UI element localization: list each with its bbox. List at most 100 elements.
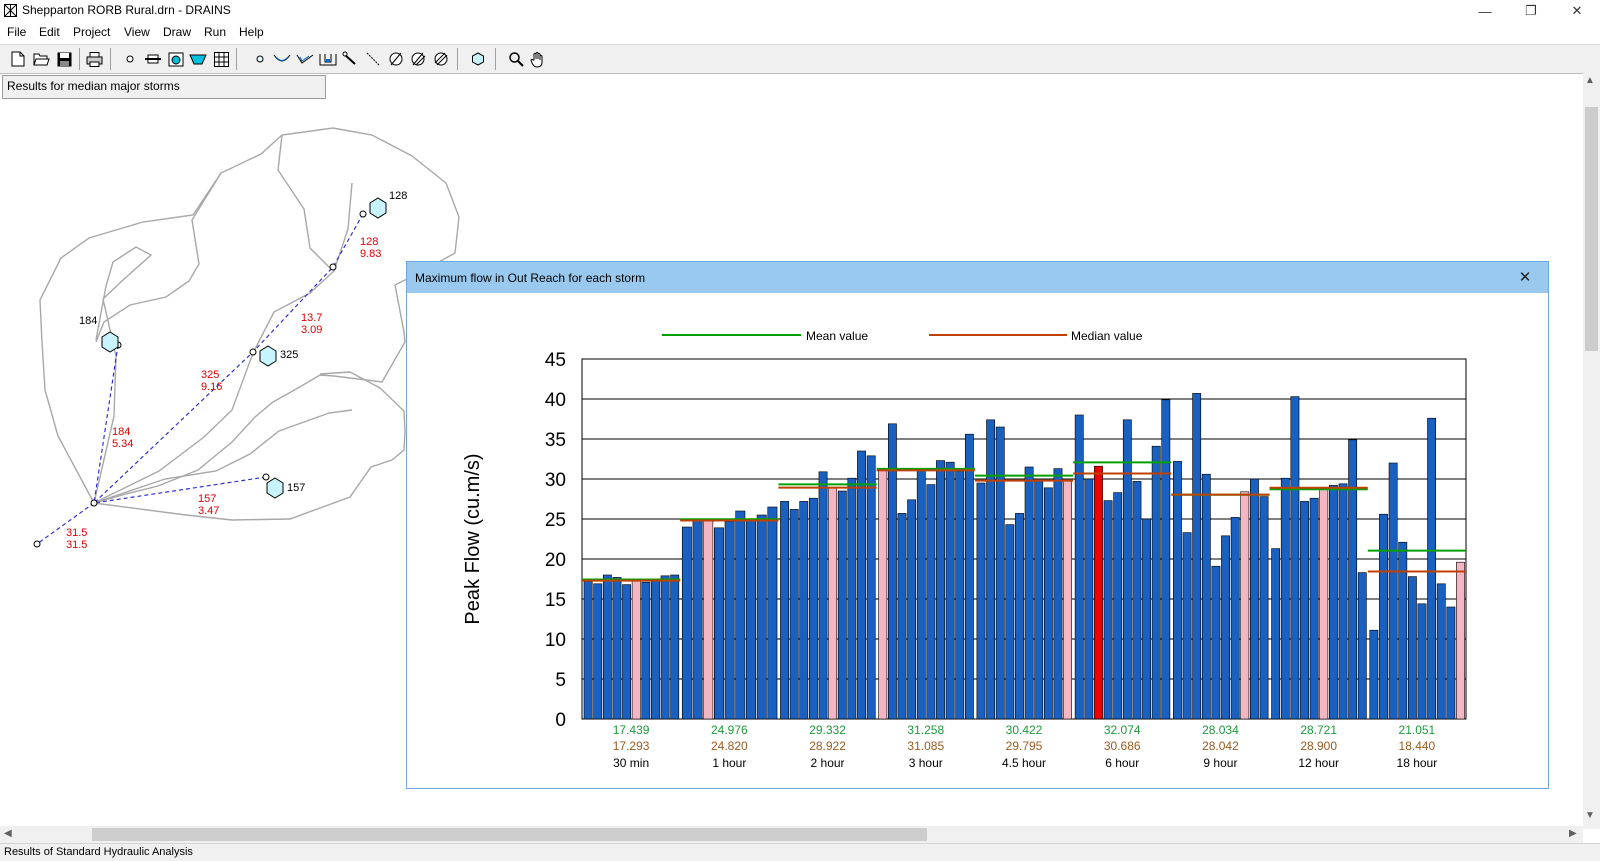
group-mean-label: 24.976 [711, 723, 748, 737]
subcatchment-icon[interactable] [386, 49, 406, 69]
bar [1084, 478, 1094, 720]
close-button[interactable]: ✕ [1554, 0, 1600, 22]
sub-catchment-184 [95, 172, 222, 343]
menu-file[interactable]: File [7, 25, 26, 39]
hexagon-node-184[interactable] [101, 331, 119, 353]
node-tool-icon[interactable] [120, 49, 140, 69]
group-mean-label: 28.721 [1300, 723, 1337, 737]
subcatchment-multi-icon[interactable] [408, 49, 428, 69]
bar [936, 460, 945, 720]
bar [703, 520, 714, 720]
bar [809, 497, 818, 720]
culvert-tool-icon[interactable] [318, 49, 338, 69]
hexagon-node-icon[interactable] [468, 49, 488, 69]
bar [1132, 481, 1142, 720]
menu-project[interactable]: Project [73, 25, 110, 39]
bar [1015, 513, 1024, 720]
group-mean-label: 17.439 [613, 723, 650, 737]
save-icon[interactable] [54, 49, 74, 69]
group-duration-label: 9 hour [1203, 756, 1237, 770]
bar [1053, 468, 1063, 720]
zoom-icon[interactable] [506, 49, 526, 69]
bar [1024, 466, 1034, 720]
bar [1436, 583, 1446, 720]
open-folder-icon[interactable] [31, 49, 51, 69]
bar [1122, 419, 1132, 720]
new-file-icon[interactable] [8, 49, 28, 69]
hexagon-node-128[interactable] [369, 197, 387, 219]
menu-edit[interactable]: Edit [39, 25, 60, 39]
bar [670, 574, 680, 720]
bar [1034, 480, 1044, 720]
bar [1230, 517, 1240, 720]
circle-node-icon[interactable] [250, 49, 270, 69]
bar [1094, 465, 1103, 720]
bar [1043, 487, 1053, 720]
bar [976, 482, 986, 720]
sub-catchment-157 [93, 371, 406, 521]
app-icon [4, 4, 17, 17]
bar [1280, 477, 1290, 720]
node-label-325: 325 [280, 349, 299, 361]
scroll-right-icon[interactable]: ▶ [1569, 828, 1577, 839]
y-tick-label: 35 [545, 430, 566, 451]
bar [799, 501, 809, 720]
reach-line-184 [93, 344, 119, 504]
menu-run[interactable]: Run [204, 25, 226, 39]
flow-label-325-volume: 9.16 [201, 381, 223, 393]
overflow-route-icon[interactable] [295, 49, 315, 69]
scroll-down-icon[interactable]: ▼ [1585, 810, 1595, 821]
bar [1151, 445, 1161, 720]
dialog-title-bar[interactable]: Maximum flow in Out Reach for each storm… [407, 262, 1548, 293]
basin-tool-icon[interactable] [188, 49, 208, 69]
minimize-button[interactable]: — [1462, 0, 1508, 22]
horizontal-scroll-thumb[interactable] [92, 828, 927, 841]
bar [837, 490, 847, 720]
flow-label-325-peak: 325 [201, 369, 220, 381]
dialog-close-button[interactable]: ✕ [1513, 266, 1537, 288]
scroll-up-icon[interactable]: ▲ [1585, 75, 1595, 86]
group-duration-label: 6 hour [1105, 756, 1139, 770]
pan-hand-icon[interactable] [528, 49, 548, 69]
toolbar [0, 44, 1600, 74]
bar [1142, 518, 1151, 720]
menu-draw[interactable]: Draw [163, 25, 191, 39]
pipe-tool-icon[interactable] [340, 49, 360, 69]
bar [1417, 603, 1427, 720]
bar [1103, 500, 1113, 720]
menu-help[interactable]: Help [239, 25, 264, 39]
group-mean-label: 31.258 [907, 723, 944, 737]
hexagon-node-157[interactable] [266, 477, 284, 499]
window-title: Shepparton RORB Rural.drn - DRAINS [22, 3, 231, 17]
bar [878, 469, 888, 720]
bar [926, 484, 936, 720]
restore-button[interactable]: ❐ [1508, 0, 1554, 22]
hexagon-node-325[interactable] [259, 345, 277, 367]
bar [1173, 461, 1182, 720]
bar [1398, 541, 1408, 720]
bar [1259, 496, 1269, 720]
bar [593, 583, 603, 720]
channel-tool-icon[interactable] [272, 49, 292, 69]
bar [746, 520, 756, 720]
group-duration-label: 4.5 hour [1002, 756, 1046, 770]
print-icon[interactable] [84, 49, 104, 69]
scroll-left-icon[interactable]: ◀ [4, 828, 12, 839]
storage-tool-icon[interactable] [166, 49, 186, 69]
bar [1192, 393, 1202, 720]
bar [1005, 524, 1015, 720]
pit-tool-icon[interactable] [143, 49, 163, 69]
bar [692, 518, 703, 720]
link-tool-icon[interactable] [363, 49, 383, 69]
ridge-128 [277, 134, 331, 269]
grid-tool-icon[interactable] [211, 49, 231, 69]
menu-view[interactable]: View [124, 25, 150, 39]
group-median-label: 30.686 [1104, 739, 1141, 753]
bar [1113, 492, 1123, 720]
bar [1221, 535, 1230, 720]
vertical-scroll-thumb[interactable] [1585, 107, 1598, 351]
bar [1161, 399, 1171, 720]
group-duration-label: 12 hour [1298, 756, 1339, 770]
bar [1290, 396, 1300, 720]
subcatchment-hatch-icon[interactable] [431, 49, 451, 69]
